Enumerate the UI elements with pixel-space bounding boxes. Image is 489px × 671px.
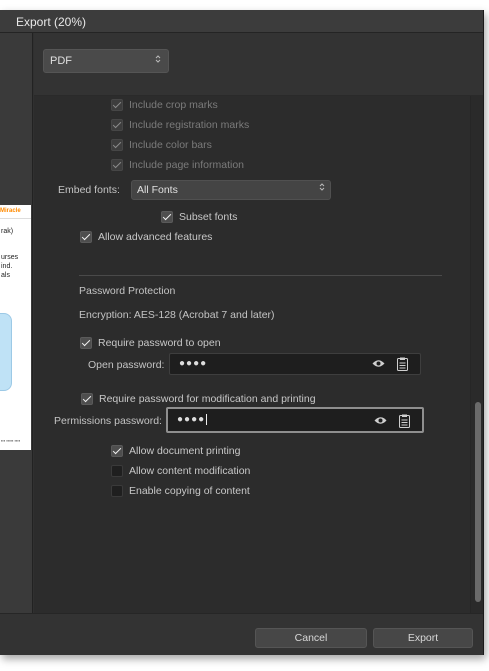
allow-modification-checkbox[interactable] bbox=[111, 465, 123, 477]
crop-marks-option[interactable]: Include crop marks bbox=[111, 98, 218, 112]
allow-printing-checkbox[interactable] bbox=[111, 445, 123, 457]
require-open-password-label: Require password to open bbox=[98, 337, 221, 349]
encryption-info: Encryption: AES-128 (Acrobat 7 and later… bbox=[79, 309, 275, 321]
dialog-footer: Cancel Export bbox=[0, 613, 483, 655]
color-bars-option[interactable]: Include color bars bbox=[111, 138, 212, 152]
registration-marks-label: Include registration marks bbox=[129, 119, 250, 131]
embed-fonts-value: All Fonts bbox=[137, 184, 178, 196]
preview-text: ind. bbox=[1, 263, 13, 270]
page-information-option[interactable]: Include page information bbox=[111, 158, 244, 172]
window-title: Export (20%) bbox=[16, 15, 87, 29]
registration-marks-option[interactable]: Include registration marks bbox=[111, 118, 249, 132]
open-password-value: ●●●● bbox=[179, 358, 208, 369]
color-bars-checkbox[interactable] bbox=[111, 139, 123, 151]
scrollbar-thumb[interactable] bbox=[475, 402, 481, 602]
format-select[interactable]: PDF bbox=[43, 49, 169, 73]
title-bar[interactable]: Export (20%) bbox=[0, 10, 483, 33]
color-bars-label: Include color bars bbox=[129, 139, 212, 151]
page-preview[interactable]: Miracle rak) urses ind. als ▪▪▪ ▪▪▪▪▪ ▪▪… bbox=[0, 33, 33, 613]
page-information-label: Include page information bbox=[129, 159, 244, 171]
allow-copying-option[interactable]: Enable copying of content bbox=[111, 484, 250, 498]
allow-copying-checkbox[interactable] bbox=[111, 485, 123, 497]
settings-content: Include crop marks Include registration … bbox=[34, 96, 464, 613]
clipboard-icon[interactable] bbox=[397, 357, 408, 371]
section-divider bbox=[79, 275, 442, 276]
cancel-button[interactable]: Cancel bbox=[255, 628, 367, 648]
eye-icon[interactable] bbox=[372, 359, 385, 368]
open-password-label: Open password: bbox=[88, 359, 165, 371]
subset-fonts-label: Subset fonts bbox=[179, 211, 238, 223]
subset-fonts-option[interactable]: Subset fonts bbox=[161, 210, 237, 224]
brand-strip: Miracle bbox=[0, 207, 31, 219]
permissions-password-label: Permissions password: bbox=[54, 415, 162, 427]
settings-panel: PDF Include crop marks Include registrat… bbox=[34, 33, 483, 613]
preview-footer: ▪▪▪ ▪▪▪▪▪ ▪▪▪▪ bbox=[1, 438, 21, 443]
embed-fonts-label: Embed fonts: bbox=[58, 184, 120, 196]
allow-printing-option[interactable]: Allow document printing bbox=[111, 444, 240, 458]
password-protection-heading: Password Protection bbox=[79, 285, 176, 297]
allow-printing-label: Allow document printing bbox=[129, 445, 241, 457]
format-bar: PDF bbox=[34, 33, 483, 96]
require-modify-password-label: Require password for modification and pr… bbox=[99, 393, 316, 405]
allow-modification-label: Allow content modification bbox=[129, 465, 251, 477]
clipboard-icon[interactable] bbox=[399, 414, 410, 428]
require-modify-password-option[interactable]: Require password for modification and pr… bbox=[81, 392, 316, 406]
crop-marks-label: Include crop marks bbox=[129, 99, 218, 111]
open-password-field[interactable]: ●●●● bbox=[169, 353, 421, 375]
permissions-password-value: ●●●● bbox=[177, 414, 208, 426]
allow-modification-option[interactable]: Allow content modification bbox=[111, 464, 250, 478]
page-information-checkbox[interactable] bbox=[111, 159, 123, 171]
crop-marks-checkbox[interactable] bbox=[111, 99, 123, 111]
preview-text: rak) bbox=[1, 228, 14, 235]
subset-fonts-checkbox[interactable] bbox=[161, 211, 173, 223]
preview-text: als bbox=[1, 272, 10, 279]
chevron-updown-icon bbox=[319, 181, 325, 199]
page-thumbnail: Miracle rak) urses ind. als ▪▪▪ ▪▪▪▪▪ ▪▪… bbox=[0, 205, 31, 450]
brand-logo: Miracle bbox=[0, 208, 21, 214]
preview-text: urses bbox=[1, 254, 19, 261]
registration-marks-checkbox[interactable] bbox=[111, 119, 123, 131]
require-open-password-checkbox[interactable] bbox=[80, 337, 92, 349]
export-dialog: Export (20%) Miracle rak) urses ind. als… bbox=[0, 10, 484, 655]
export-button[interactable]: Export bbox=[373, 628, 473, 648]
permissions-password-field[interactable]: ●●●● bbox=[166, 407, 424, 433]
require-open-password-option[interactable]: Require password to open bbox=[80, 336, 221, 350]
chevron-updown-icon bbox=[155, 50, 161, 72]
embed-fonts-select[interactable]: All Fonts bbox=[131, 180, 331, 200]
advanced-features-checkbox[interactable] bbox=[80, 231, 92, 243]
text-caret bbox=[206, 414, 208, 425]
require-modify-password-checkbox[interactable] bbox=[81, 393, 93, 405]
eye-icon[interactable] bbox=[374, 416, 387, 425]
preview-graphic bbox=[0, 313, 12, 391]
format-select-value: PDF bbox=[50, 55, 72, 67]
advanced-features-option[interactable]: Allow advanced features bbox=[80, 230, 212, 244]
allow-copying-label: Enable copying of content bbox=[129, 485, 250, 497]
vertical-scrollbar[interactable] bbox=[470, 96, 483, 613]
advanced-features-label: Allow advanced features bbox=[98, 231, 213, 243]
settings-scroll-area[interactable]: Include crop marks Include registration … bbox=[34, 96, 483, 613]
